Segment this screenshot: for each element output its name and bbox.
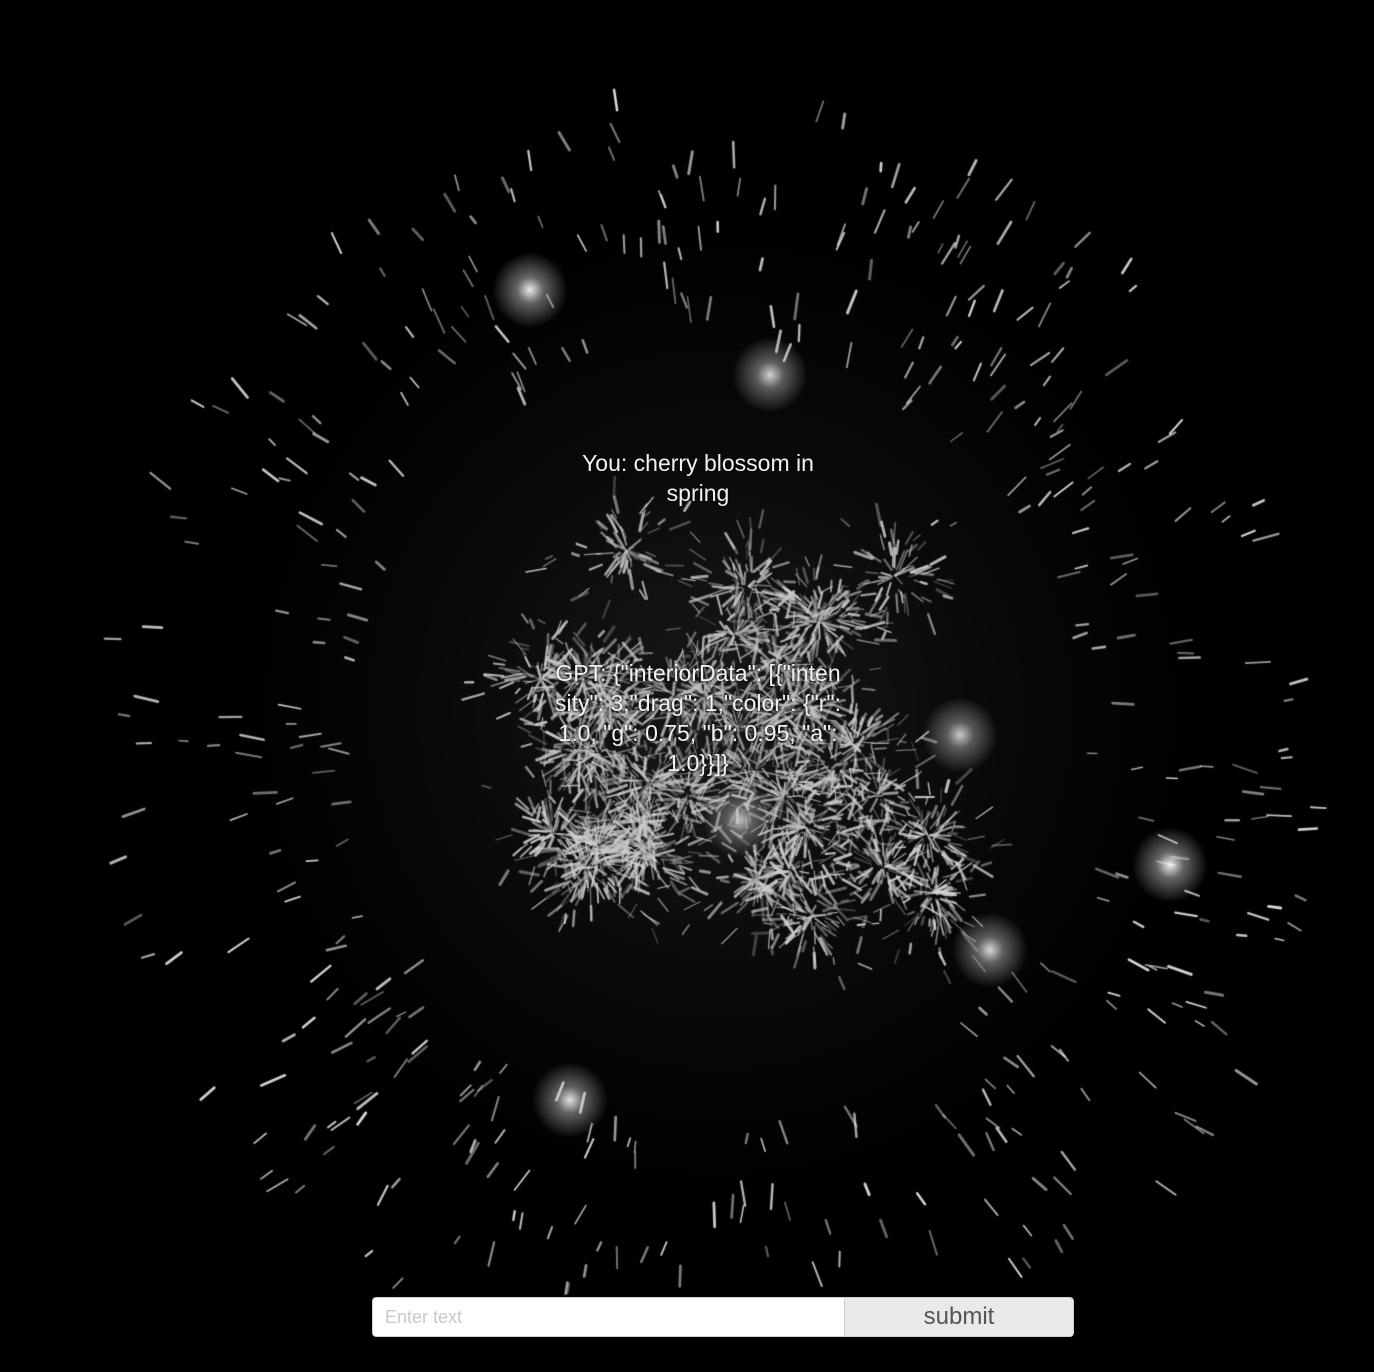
firework-stage: You: cherry blossom in spring GPT: {"int…: [0, 0, 1374, 1372]
user-message: You: cherry blossom in spring: [582, 450, 821, 506]
message-spacer: [552, 568, 844, 598]
chat-log: You: cherry blossom in spring GPT: {"int…: [552, 388, 844, 838]
submit-button[interactable]: submit: [844, 1297, 1074, 1337]
prompt-text-input[interactable]: [372, 1297, 844, 1337]
prompt-input-bar: submit: [372, 1297, 1074, 1337]
gpt-message: GPT: {"interiorData": [{"intensity": 3,"…: [555, 660, 841, 776]
